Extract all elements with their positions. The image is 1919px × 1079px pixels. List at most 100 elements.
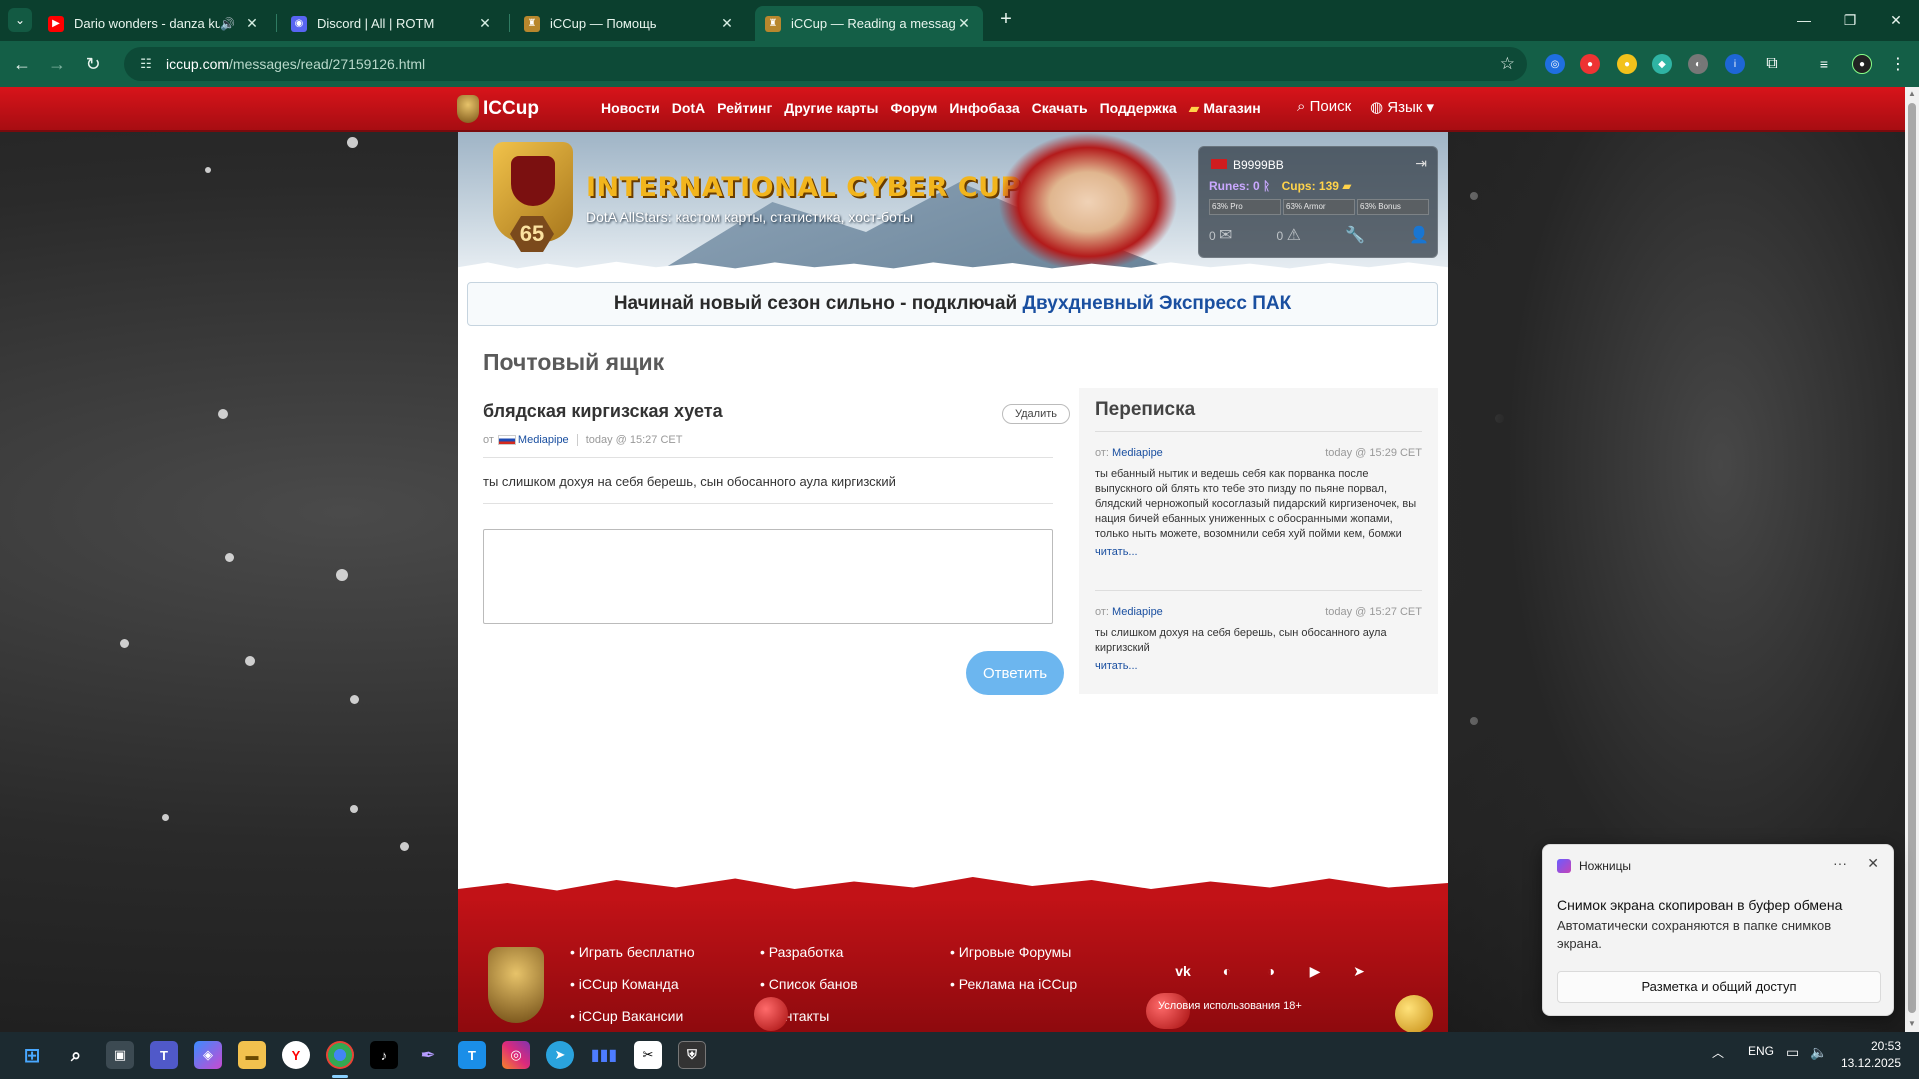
youtube-icon[interactable]: ▶ — [1300, 959, 1330, 983]
back-button[interactable]: ← — [10, 52, 34, 76]
profile-avatar[interactable]: ● — [1852, 54, 1872, 74]
show-hidden-icons[interactable]: ︿ — [1712, 1044, 1724, 1061]
extension-icon[interactable]: i — [1725, 54, 1745, 74]
input-language[interactable]: ENG — [1748, 1044, 1774, 1058]
search-icon[interactable]: ⌕ — [62, 1041, 90, 1069]
site-search[interactable]: ⌕ Поиск — [1297, 98, 1351, 115]
extension-icon[interactable]: ◆ — [1652, 54, 1672, 74]
vk-icon[interactable]: vk — [1168, 959, 1198, 983]
game-app-icon[interactable]: ⛨ — [678, 1041, 706, 1069]
footer-link[interactable]: Играть бесплатно — [570, 944, 695, 960]
system-clock[interactable]: 20:53 13.12.2025 — [1841, 1038, 1901, 1072]
close-icon[interactable]: ✕ — [718, 15, 736, 32]
reload-button[interactable]: ↻ — [81, 52, 105, 76]
pen-app-icon[interactable]: ✒ — [414, 1041, 442, 1069]
copilot-icon[interactable]: ◈ — [194, 1041, 222, 1069]
extension-icon[interactable]: ◐ — [1688, 54, 1708, 74]
capcut-icon[interactable]: ✂ — [634, 1041, 662, 1069]
sender-link[interactable]: Mediapipe — [518, 434, 569, 446]
language-selector[interactable]: ◍ Язык ▾ — [1370, 98, 1434, 116]
read-more-link[interactable]: читать... — [1095, 546, 1422, 558]
sender-link[interactable]: Mediapipe — [1112, 606, 1163, 618]
t-app-icon[interactable]: T — [458, 1041, 486, 1069]
nav-news[interactable]: Новости — [601, 100, 660, 117]
start-icon[interactable]: ⊞ — [18, 1041, 46, 1069]
close-icon[interactable]: ✕ — [1867, 855, 1879, 872]
footer-link[interactable]: Игровые Форумы — [950, 944, 1077, 960]
menu-kebab-icon[interactable]: ⋮ — [1888, 54, 1908, 74]
read-more-link[interactable]: читать... — [1095, 660, 1422, 672]
chart-app-icon[interactable]: ▮▮▮ — [590, 1041, 618, 1069]
nav-dota[interactable]: DotA — [672, 100, 705, 117]
extension-icon[interactable]: ● — [1580, 54, 1600, 74]
chrome-icon[interactable] — [326, 1041, 354, 1069]
main-menu: Новости DotA Рейтинг Другие карты Форум … — [601, 100, 1261, 117]
close-window-button[interactable]: ✕ — [1873, 0, 1919, 41]
messages-link[interactable]: 0 ✉ — [1209, 225, 1232, 245]
nav-rating[interactable]: Рейтинг — [717, 100, 772, 117]
nav-forum[interactable]: Форум — [891, 100, 938, 117]
tab-youtube[interactable]: ▶ Dario wonders - danza kudu 🔊 ✕ — [38, 6, 271, 41]
restore-button[interactable]: ❐ — [1827, 0, 1873, 41]
telegram-icon[interactable]: ➤ — [1344, 959, 1374, 983]
media-control-icon[interactable]: ≡ — [1814, 54, 1834, 74]
social-links: vk ◐ ◑ ▶ ➤ — [1168, 959, 1374, 983]
terms-link[interactable]: Условия использования 18+ — [1158, 1000, 1302, 1012]
file-explorer-icon[interactable]: ▬ — [238, 1041, 266, 1069]
close-icon[interactable]: ✕ — [243, 15, 261, 32]
nav-shop[interactable]: ▰ Магазин — [1189, 100, 1261, 117]
forward-button[interactable]: → — [45, 52, 69, 76]
close-icon[interactable]: ✕ — [955, 15, 973, 32]
tab-search-button[interactable]: ⌄ — [8, 8, 32, 32]
extension-icon[interactable]: ◎ — [1545, 54, 1565, 74]
nav-infobase[interactable]: Инфобаза — [949, 100, 1019, 117]
site-settings-icon[interactable]: ☷ — [136, 54, 156, 74]
reply-textarea[interactable] — [483, 529, 1053, 624]
volume-icon[interactable]: 🔈 — [1810, 1044, 1827, 1061]
yandex-browser-icon[interactable]: Y — [282, 1041, 310, 1069]
close-icon[interactable]: ✕ — [476, 15, 494, 32]
footer-link[interactable]: iCCup Команда — [570, 976, 695, 992]
instagram-icon[interactable]: ◎ — [502, 1041, 530, 1069]
extension-icon[interactable]: ● — [1617, 54, 1637, 74]
tab-iccup-help[interactable]: ♜ iCCup — Помощь ✕ — [514, 6, 746, 41]
footer-link[interactable]: Список банов — [760, 976, 858, 992]
network-icon[interactable]: ▭ — [1786, 1044, 1799, 1061]
more-options-icon[interactable]: ··· — [1833, 855, 1847, 871]
site-logo[interactable]: ICCup — [457, 95, 539, 123]
tab-discord[interactable]: ◉ Discord | All | ROTM ✕ — [281, 6, 504, 41]
tiktok-icon[interactable]: ♪ — [370, 1041, 398, 1069]
profile-icon[interactable]: 👤 — [1409, 225, 1429, 245]
page-scrollbar[interactable]: ▲ ▼ — [1905, 87, 1919, 1032]
wrench-icon[interactable]: 🔧 — [1345, 225, 1365, 245]
new-tab-button[interactable]: + — [994, 8, 1018, 32]
rune-icon: ᚱ — [1259, 179, 1271, 193]
task-view-icon[interactable]: ▣ — [106, 1041, 134, 1069]
nav-support[interactable]: Поддержка — [1100, 100, 1177, 117]
tab-iccup-message[interactable]: ♜ iCCup — Reading a message fro ✕ — [755, 6, 983, 41]
discord-alt-icon[interactable]: ◑ — [1256, 959, 1286, 983]
footer-link[interactable]: Реклама на iCCup — [950, 976, 1077, 992]
bookmark-star-icon[interactable]: ☆ — [1500, 54, 1515, 74]
promo-link[interactable]: Двухдневный Экспресс ПАК — [1022, 293, 1291, 314]
warnings-link[interactable]: 0 ⚠ — [1277, 225, 1301, 245]
audio-icon[interactable]: 🔊 — [220, 17, 235, 31]
nav-other-maps[interactable]: Другие карты — [784, 100, 878, 117]
username[interactable]: B9999BB — [1233, 158, 1284, 172]
logout-icon[interactable]: ⇥ — [1415, 155, 1427, 172]
extensions-puzzle-icon[interactable]: ⧉ — [1762, 54, 1782, 74]
nav-download[interactable]: Скачать — [1032, 100, 1088, 117]
sender-link[interactable]: Mediapipe — [1112, 447, 1163, 459]
teams-icon[interactable]: T — [150, 1041, 178, 1069]
delete-button[interactable]: Удалить — [1002, 404, 1070, 424]
markup-share-button[interactable]: Разметка и общий доступ — [1557, 971, 1881, 1003]
footer-link[interactable]: Разработка — [760, 944, 858, 960]
scrollbar-thumb[interactable] — [1908, 103, 1916, 1013]
address-bar[interactable]: ☷ iccup.com/messages/read/27159126.html … — [124, 47, 1527, 81]
minimize-button[interactable]: — — [1781, 0, 1827, 41]
footer-link[interactable]: iCCup Вакансии — [570, 1008, 695, 1024]
telegram-icon[interactable]: ➤ — [546, 1041, 574, 1069]
reply-button[interactable]: Ответить — [966, 651, 1064, 695]
discord-icon[interactable]: ◐ — [1212, 959, 1242, 983]
armor-bar: 63% Armor — [1283, 199, 1355, 215]
